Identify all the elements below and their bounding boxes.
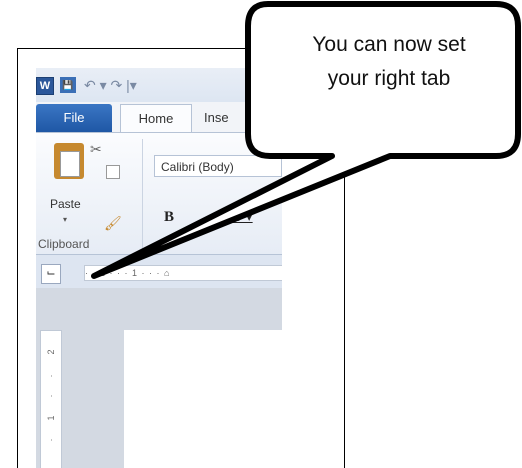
callout-text: You can now set your right tab <box>264 28 514 96</box>
callout-line-1: You can now set <box>312 33 466 56</box>
callout-line-2: your right tab <box>327 67 451 90</box>
